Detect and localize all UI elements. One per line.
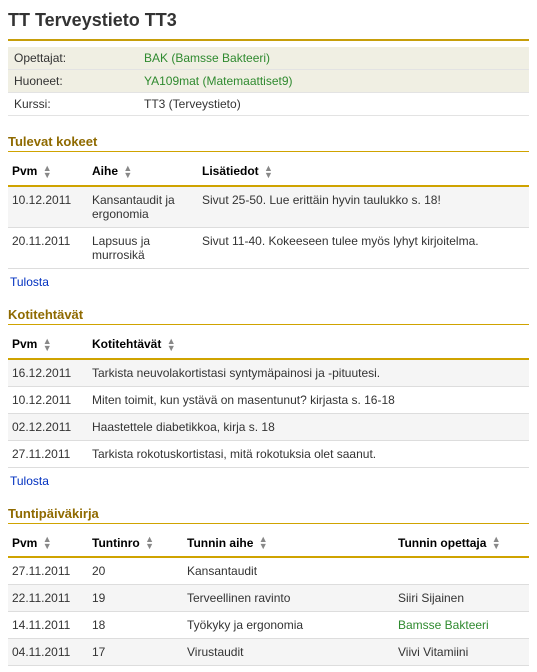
- header-label: Tunnin aihe: [187, 536, 253, 550]
- table-row: 02.12.2011 Haastettele diabetikkoa, kirj…: [8, 413, 529, 440]
- info-row: Huoneet: YA109mat (Matemaattiset9): [8, 70, 529, 93]
- cell-nro: 19: [88, 585, 183, 612]
- cell-opettaja[interactable]: Bamsse Bakteeri: [394, 612, 529, 639]
- cell-aihe: Työkyky ja ergonomia: [183, 612, 394, 639]
- teacher-link[interactable]: Bamsse Bakteeri: [398, 618, 489, 632]
- header-label: Tuntinro: [92, 536, 140, 550]
- cell-pvm: 10.12.2011: [8, 386, 88, 413]
- info-value[interactable]: YA109mat (Matemaattiset9): [138, 70, 529, 93]
- header-label: Tunnin opettaja: [398, 536, 486, 550]
- homework-table: Pvm Kotitehtävät 16.12.2011Tarkista neuv…: [8, 331, 529, 468]
- sort-icon[interactable]: [264, 165, 273, 179]
- info-label: Kurssi:: [8, 93, 138, 116]
- cell-pvm: 10.12.2011: [8, 186, 88, 228]
- cell-pvm: 27.11.2011: [8, 557, 88, 585]
- section-divider-diary: [8, 523, 529, 524]
- table-row: 20.11.2011Lapsuus ja murrosikäSivut 11-4…: [8, 227, 529, 268]
- table-row: 10.12.2011Kansantaudit ja ergonomiaSivut…: [8, 186, 529, 228]
- course-info-table: Opettajat: BAK (Bamsse Bakteeri) Huoneet: Y…: [8, 47, 529, 116]
- diary-table: Pvm Tuntinro Tunnin aihe Tunnin opettaja…: [8, 530, 529, 667]
- sort-icon[interactable]: [167, 338, 176, 352]
- table-row: 22.11.201119Terveellinen ravintoSiiri Si…: [8, 585, 529, 612]
- header-label: Pvm: [12, 536, 37, 550]
- sort-icon[interactable]: [123, 165, 132, 179]
- sort-icon[interactable]: [43, 338, 52, 352]
- cell-aihe: Kansantaudit: [183, 557, 394, 585]
- header-label: Kotitehtävät: [92, 337, 161, 351]
- cell-nro: 17: [88, 639, 183, 666]
- cell-nro: 18: [88, 612, 183, 639]
- table-row: 16.12.2011Tarkista neuvolakortistasi syn…: [8, 359, 529, 387]
- cell-pvm: 16.12.2011: [8, 359, 88, 387]
- section-title-homework: Kotitehtävät: [8, 307, 529, 322]
- cell-opettaja: [394, 557, 529, 585]
- cell-lisatiedot: Sivut 11-40. Kokeeseen tulee myös lyhyt …: [198, 227, 529, 268]
- cell-pvm: 27.11.2011: [8, 440, 88, 467]
- header-label: Aihe: [92, 164, 118, 178]
- cell-lisatiedot: Sivut 25-50. Lue erittäin hyvin taulukko…: [198, 186, 529, 228]
- cell-nro: 20: [88, 557, 183, 585]
- header-label: Pvm: [12, 337, 37, 351]
- info-link[interactable]: YA109mat (Matemaattiset9): [144, 74, 293, 88]
- exams-header-lisatiedot[interactable]: Lisätiedot: [198, 158, 529, 186]
- page-title: TT Terveystieto TT3: [8, 10, 529, 31]
- cell-aihe: Virustaudit: [183, 639, 394, 666]
- sort-icon[interactable]: [43, 536, 52, 550]
- table-row: 27.11.2011Tarkista rokotuskortistasi, mi…: [8, 440, 529, 467]
- table-row: 14.11.201118Työkyky ja ergonomia Bamsse B…: [8, 612, 529, 639]
- diary-header-opettaja[interactable]: Tunnin opettaja: [394, 530, 529, 558]
- cell-task: Haastettele diabetikkoa, kirja s. 18: [88, 413, 529, 440]
- homework-header-task[interactable]: Kotitehtävät: [88, 331, 529, 359]
- title-divider: [8, 39, 529, 41]
- table-row: 10.12.2011Miten toimit, kun ystävä on ma…: [8, 386, 529, 413]
- section-title-diary: Tuntipäiväkirja: [8, 506, 529, 521]
- diary-header-nro[interactable]: Tuntinro: [88, 530, 183, 558]
- info-value[interactable]: BAK (Bamsse Bakteeri): [138, 47, 529, 70]
- header-label: Pvm: [12, 164, 37, 178]
- cell-task: Miten toimit, kun ystävä on masentunut? …: [88, 386, 529, 413]
- cell-aihe: Terveellinen ravinto: [183, 585, 394, 612]
- cell-pvm: 14.11.2011: [8, 612, 88, 639]
- info-value: TT3 (Terveystieto): [138, 93, 529, 116]
- exams-header-pvm[interactable]: Pvm: [8, 158, 88, 186]
- print-link-homework[interactable]: Tulosta: [10, 474, 49, 488]
- info-label: Opettajat:: [8, 47, 138, 70]
- cell-pvm: 20.11.2011: [8, 227, 88, 268]
- exams-header-aihe[interactable]: Aihe: [88, 158, 198, 186]
- cell-opettaja: Siiri Sijainen: [394, 585, 529, 612]
- section-divider-exams: [8, 151, 529, 152]
- sort-icon[interactable]: [145, 536, 154, 550]
- sort-icon[interactable]: [43, 165, 52, 179]
- section-divider-homework: [8, 324, 529, 325]
- sort-icon[interactable]: [259, 536, 268, 550]
- cell-aihe: Lapsuus ja murrosikä: [88, 227, 198, 268]
- header-label: Lisätiedot: [202, 164, 259, 178]
- diary-header-aihe[interactable]: Tunnin aihe: [183, 530, 394, 558]
- info-link[interactable]: BAK (Bamsse Bakteeri): [144, 51, 270, 65]
- cell-opettaja: Viivi Vitamiini: [394, 639, 529, 666]
- cell-pvm: 02.12.2011: [8, 413, 88, 440]
- diary-header-pvm[interactable]: Pvm: [8, 530, 88, 558]
- info-label: Huoneet:: [8, 70, 138, 93]
- table-row: 04.11.201117VirustauditViivi Vitamiini: [8, 639, 529, 666]
- cell-task: Tarkista neuvolakortistasi syntymäpainos…: [88, 359, 529, 387]
- exams-table: Pvm Aihe Lisätiedot 10.12.2011Kansantaud…: [8, 158, 529, 269]
- section-title-exams: Tulevat kokeet: [8, 134, 529, 149]
- info-row: Opettajat: BAK (Bamsse Bakteeri): [8, 47, 529, 70]
- cell-pvm: 22.11.2011: [8, 585, 88, 612]
- cell-aihe: Kansantaudit ja ergonomia: [88, 186, 198, 228]
- info-row: Kurssi:TT3 (Terveystieto): [8, 93, 529, 116]
- homework-header-pvm[interactable]: Pvm: [8, 331, 88, 359]
- print-link-exams[interactable]: Tulosta: [10, 275, 49, 289]
- sort-icon[interactable]: [492, 536, 501, 550]
- cell-task: Tarkista rokotuskortistasi, mitä rokotuk…: [88, 440, 529, 467]
- table-row: 27.11.201120Kansantaudit: [8, 557, 529, 585]
- cell-pvm: 04.11.2011: [8, 639, 88, 666]
